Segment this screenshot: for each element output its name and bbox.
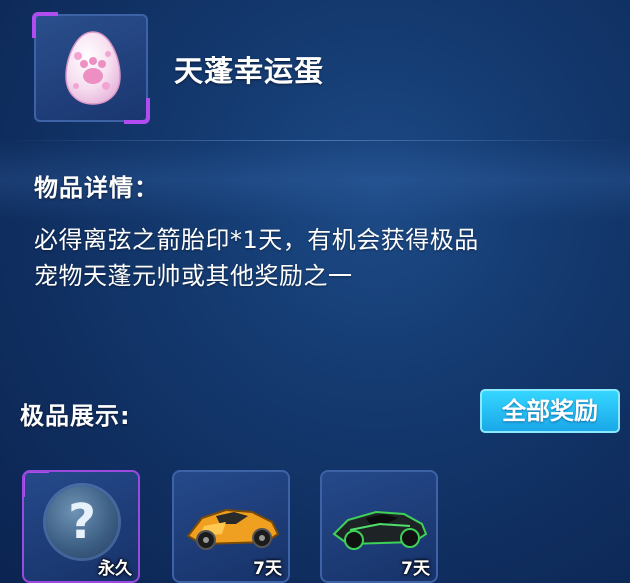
reward-slot[interactable]: ? 永久 (22, 470, 140, 583)
item-description: 必得离弦之箭胎印*1天，有机会获得极品 宠物天蓬元帅或其他奖励之一 (34, 222, 614, 294)
showcase-heading: 极品展示: (20, 402, 131, 430)
item-icon-frame (32, 12, 150, 124)
background-divider (0, 140, 630, 141)
rarity-corner (124, 98, 150, 124)
reward-slot[interactable]: 7天 (172, 470, 290, 583)
mystery-question-icon: ? (46, 486, 118, 558)
all-rewards-button[interactable]: 全部奖励 (480, 389, 620, 433)
description-line: 必得离弦之箭胎印*1天，有机会获得极品 (34, 226, 479, 254)
details-heading: 物品详情： (34, 174, 159, 202)
rarity-corner (32, 12, 58, 38)
orange-kart-icon (186, 508, 280, 550)
pink-paw-egg-icon (65, 31, 121, 105)
description-line: 宠物天蓬元帅或其他奖励之一 (34, 262, 353, 290)
reward-slot[interactable]: 7天 (320, 470, 438, 583)
reward-duration: 7天 (401, 559, 430, 579)
item-name: 天蓬幸运蛋 (174, 54, 325, 88)
black-green-kart-icon (332, 510, 428, 550)
rarity-corner (24, 472, 49, 497)
reward-duration: 7天 (253, 559, 282, 579)
reward-duration: 永久 (98, 559, 132, 579)
